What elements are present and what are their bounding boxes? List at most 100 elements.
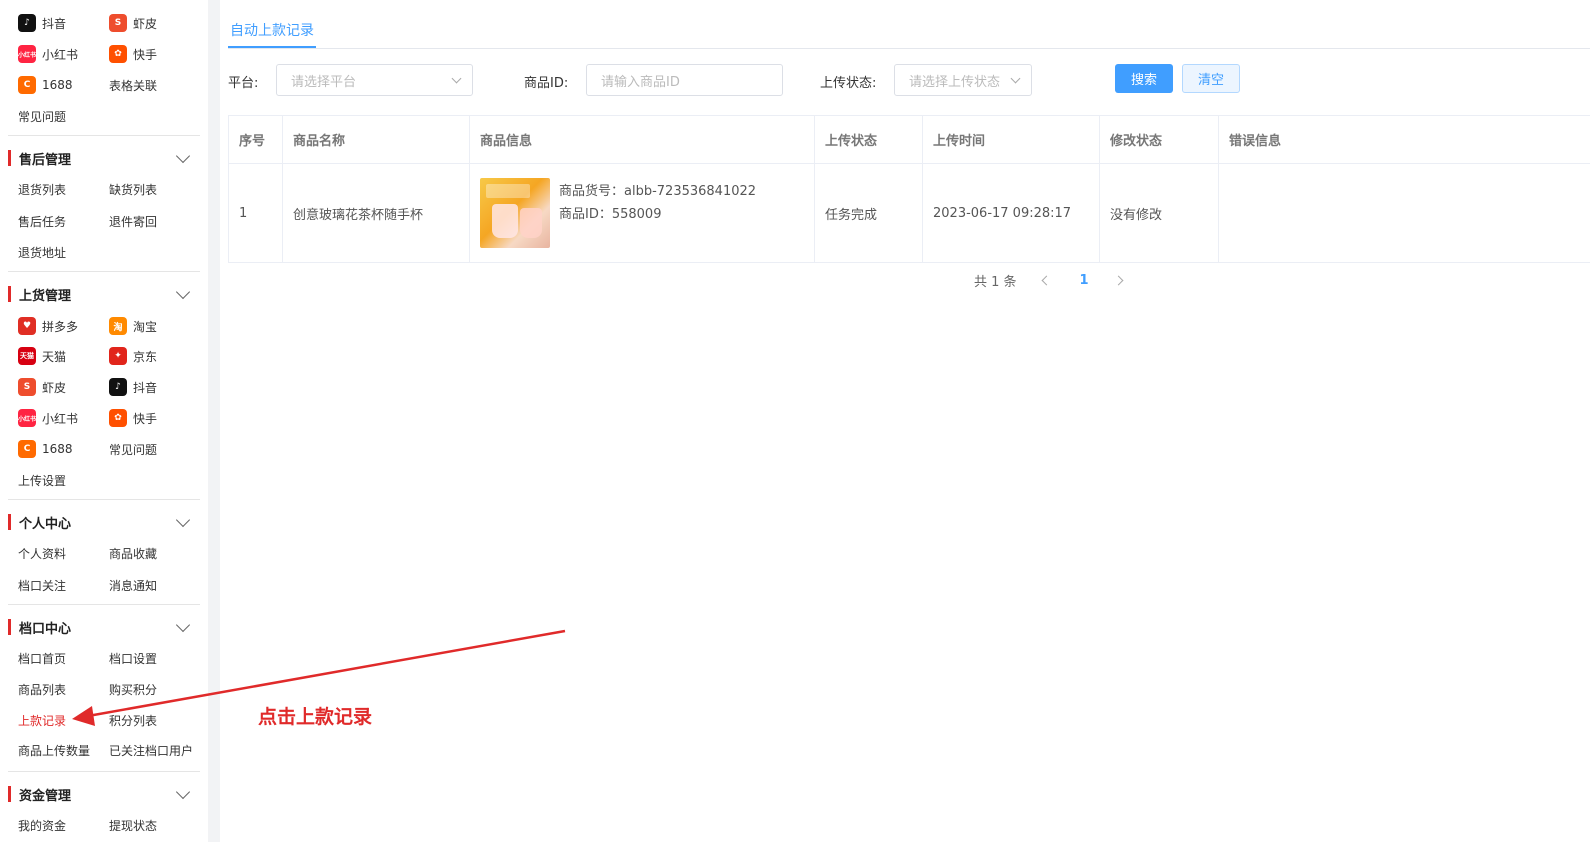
row-name: 创意玻璃花茶杯随手杯 — [283, 164, 470, 262]
upload-status-label: 上传状态: — [820, 76, 877, 91]
taobao-icon: 淘 — [109, 317, 127, 335]
tab-auto-upload-records[interactable]: 自动上款记录 — [228, 14, 316, 48]
sidebar-item-stall-home[interactable]: 档口首页 — [18, 647, 66, 669]
sidebar-item-profile[interactable]: 个人资料 — [18, 542, 66, 564]
sidebar-item-upload-settings[interactable]: 上传设置 — [18, 469, 66, 491]
sidebar-item-shopee[interactable]: S 虾皮 — [109, 12, 157, 34]
sidebar-item-pinduoduo[interactable]: ♥ 拼多多 — [18, 315, 78, 337]
platform-select[interactable]: 请选择平台 — [276, 64, 473, 96]
sidebar-item-kuaishou[interactable]: ✿ 快手 — [109, 407, 157, 429]
chevron-down-icon — [175, 148, 191, 164]
section-marker — [8, 619, 11, 635]
sidebar-item-product-list[interactable]: 商品列表 — [18, 678, 66, 700]
header-name: 商品名称 — [283, 116, 470, 163]
sidebar-item-points-list[interactable]: 积分列表 — [109, 709, 157, 731]
sidebar-item-faq[interactable]: 常见问题 — [18, 105, 66, 127]
records-table: 序号 商品名称 商品信息 上传状态 上传时间 修改状态 错误信息 1 创意玻璃花… — [228, 115, 1590, 263]
header-upload-status: 上传状态 — [815, 116, 923, 163]
1688-icon: C — [18, 440, 36, 458]
section-marker — [8, 150, 11, 166]
sidebar-item-stall-settings[interactable]: 档口设置 — [109, 647, 157, 669]
pinduoduo-icon: ♥ — [18, 317, 36, 335]
pagination-total: 共 1 条 — [974, 274, 1017, 290]
platform-label: 平台: — [228, 76, 259, 91]
sidebar-item-shopee[interactable]: S 虾皮 — [18, 376, 66, 398]
upload-status-select[interactable]: 请选择上传状态 — [894, 64, 1032, 96]
chevron-down-icon — [175, 784, 191, 800]
section-after-sales[interactable]: 售后管理 — [8, 143, 200, 173]
kuaishou-icon: ✿ — [109, 45, 127, 63]
search-button[interactable]: 搜索 — [1115, 64, 1173, 93]
sidebar-item-xiaohongshu[interactable]: 小红书 小红书 — [18, 407, 78, 429]
sidebar-item-xiaohongshu[interactable]: 小红书 小红书 — [18, 43, 78, 65]
chevron-down-icon — [175, 284, 191, 300]
table-row: 1 创意玻璃花茶杯随手杯 商品货号：albb-723536841022 商品ID… — [229, 164, 1590, 263]
chevron-left-icon[interactable] — [1041, 275, 1051, 285]
chevron-down-icon — [1010, 73, 1021, 84]
douyin-icon: ♪ — [109, 378, 127, 396]
chevron-down-icon — [451, 73, 462, 84]
kuaishou-icon: ✿ — [109, 409, 127, 427]
main-content: 自动上款记录 平台: 请选择平台 商品ID: 请输入商品ID 上传状态: 请选择… — [220, 0, 1590, 842]
sidebar-item-table-link[interactable]: 表格关联 — [109, 74, 157, 96]
sidebar-item-shortage-list[interactable]: 缺货列表 — [109, 178, 157, 200]
sidebar-divider — [8, 135, 200, 136]
section-funds[interactable]: 资金管理 — [8, 779, 200, 809]
sidebar-item-return-shipping[interactable]: 退件寄回 — [109, 210, 157, 232]
chevron-down-icon — [175, 617, 191, 633]
sidebar-divider — [8, 271, 200, 272]
pagination-page[interactable]: 1 — [1080, 273, 1089, 288]
sidebar-item-upload-records[interactable]: 上款记录 — [18, 709, 66, 731]
section-personal[interactable]: 个人中心 — [8, 507, 200, 537]
row-error — [1219, 164, 1590, 262]
sidebar-item-douyin[interactable]: ♪ 抖音 — [109, 376, 157, 398]
sidebar-divider — [8, 499, 200, 500]
sidebar-item-followed-stalls[interactable]: 档口关注 — [18, 574, 66, 596]
sidebar-item-douyin[interactable]: ♪ 抖音 — [18, 12, 66, 34]
sidebar-item-1688[interactable]: C 1688 — [18, 438, 73, 460]
header-upload-time: 上传时间 — [923, 116, 1100, 163]
douyin-icon: ♪ — [18, 14, 36, 32]
tab-underline — [228, 48, 1590, 49]
sidebar-item-withdraw-status[interactable]: 提现状态 — [109, 814, 157, 836]
sidebar-item-return-address[interactable]: 退货地址 — [18, 241, 66, 263]
clear-button[interactable]: 清空 — [1182, 64, 1240, 93]
1688-icon: C — [18, 76, 36, 94]
section-stall[interactable]: 档口中心 — [8, 612, 200, 642]
product-id: 商品ID：558009 — [559, 207, 662, 222]
product-thumbnail[interactable] — [480, 178, 550, 248]
sidebar-item-buy-points[interactable]: 购买积分 — [109, 678, 157, 700]
jd-icon: ✦ — [109, 347, 127, 365]
section-listing[interactable]: 上货管理 — [8, 279, 200, 309]
section-marker — [8, 286, 11, 302]
product-id-input[interactable]: 请输入商品ID — [586, 64, 783, 96]
sidebar-item-1688[interactable]: C 1688 — [18, 74, 73, 96]
sidebar-item-faq[interactable]: 常见问题 — [109, 438, 157, 460]
sidebar-item-upload-count[interactable]: 商品上传数量 — [18, 739, 90, 761]
sidebar-item-my-funds[interactable]: 我的资金 — [18, 814, 66, 836]
annotation-text: 点击上款记录 — [258, 706, 373, 728]
chevron-right-icon[interactable] — [1113, 275, 1124, 285]
product-sku: 商品货号：albb-723536841022 — [559, 184, 757, 199]
row-index: 1 — [229, 164, 283, 262]
sidebar-item-notifications[interactable]: 消息通知 — [109, 574, 157, 596]
sidebar-item-tmall[interactable]: 天猫 天猫 — [18, 345, 66, 367]
row-upload-time: 2023-06-17 09:28:17 — [923, 164, 1100, 262]
xiaohongshu-icon: 小红书 — [18, 409, 36, 427]
sidebar: ♪ 抖音 S 虾皮 小红书 小红书 ✿ 快手 C 1688 表格关联 常见问题 … — [0, 0, 208, 842]
sidebar-item-jd[interactable]: ✦ 京东 — [109, 345, 157, 367]
sidebar-item-return-list[interactable]: 退货列表 — [18, 178, 66, 200]
chevron-down-icon — [175, 512, 191, 528]
sidebar-item-followed-users[interactable]: 已关注档口用户 — [109, 739, 193, 761]
row-info: 商品货号：albb-723536841022 商品ID：558009 — [470, 164, 815, 262]
header-modify-status: 修改状态 — [1100, 116, 1219, 163]
shopee-icon: S — [109, 14, 127, 32]
xiaohongshu-icon: 小红书 — [18, 45, 36, 63]
sidebar-item-favorites[interactable]: 商品收藏 — [109, 542, 157, 564]
sidebar-item-kuaishou[interactable]: ✿ 快手 — [109, 43, 157, 65]
tmall-icon: 天猫 — [18, 347, 36, 365]
sidebar-item-after-sales-task[interactable]: 售后任务 — [18, 210, 66, 232]
row-upload-status: 任务完成 — [815, 164, 923, 262]
sidebar-item-taobao[interactable]: 淘 淘宝 — [109, 315, 157, 337]
header-info: 商品信息 — [470, 116, 815, 163]
